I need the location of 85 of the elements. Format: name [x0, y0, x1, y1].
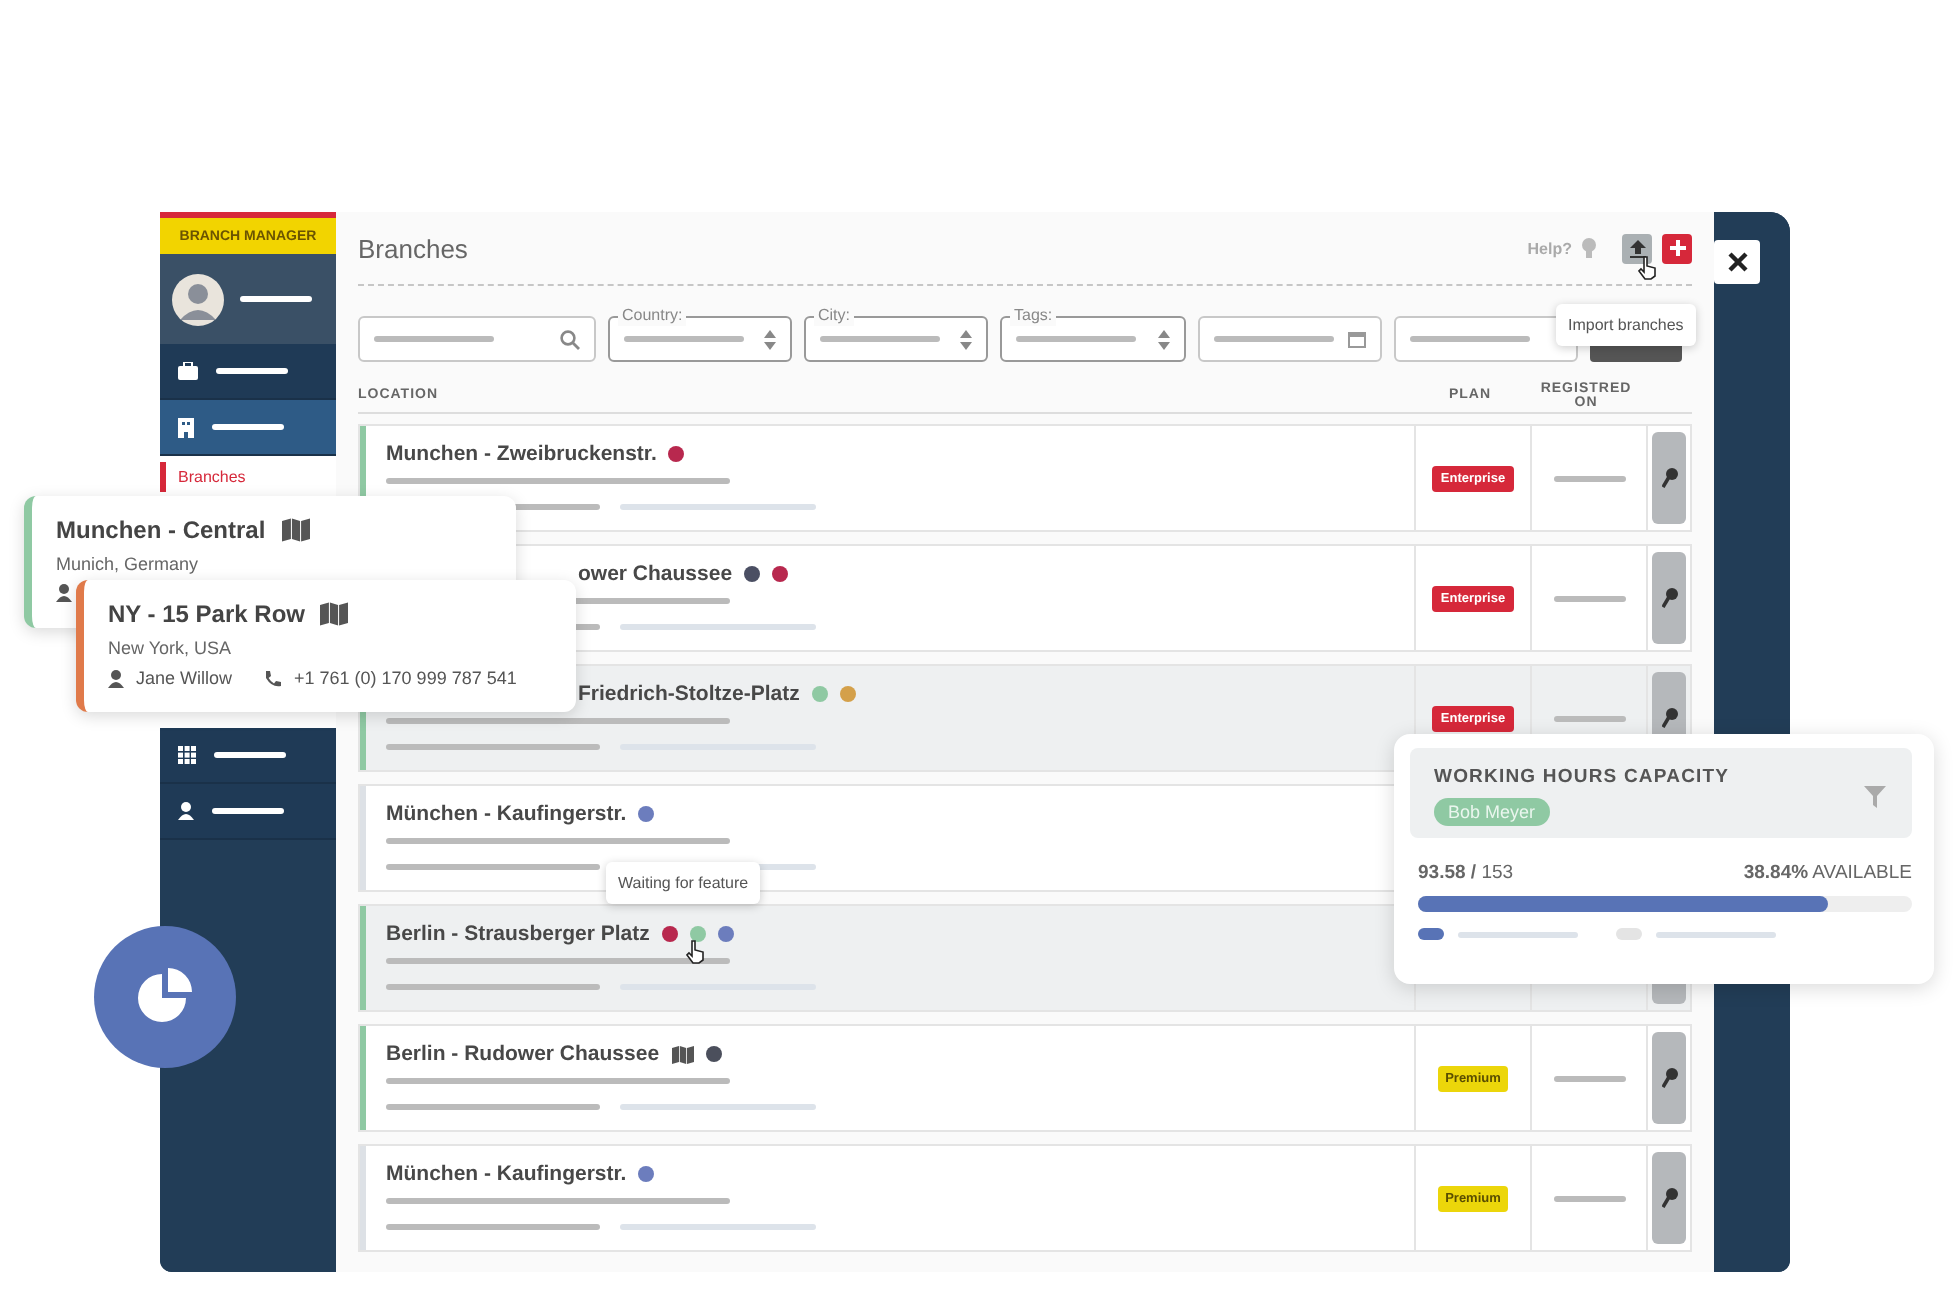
- phone-icon: [264, 669, 283, 687]
- key-button[interactable]: [1652, 432, 1686, 524]
- nav-label-placeholder: [212, 808, 284, 814]
- key-icon: [1661, 1068, 1677, 1088]
- grid-icon: [178, 746, 196, 764]
- hand-cursor-icon: [686, 940, 704, 964]
- status-dot[interactable]: [744, 566, 761, 582]
- close-button[interactable]: [1714, 240, 1760, 284]
- branch-name: Berlin - Strausberger Platz: [386, 922, 650, 946]
- sort-arrows-icon: [764, 329, 776, 349]
- placeholder-bar: [624, 336, 744, 342]
- nav-label-placeholder: [214, 752, 286, 758]
- person-icon: [178, 802, 194, 820]
- status-dot[interactable]: [717, 926, 734, 942]
- card-title: NY - 15 Park Row: [108, 600, 305, 628]
- date-placeholder: [1553, 595, 1625, 601]
- placeholder-bar: [820, 336, 940, 342]
- branch-name: Berlin - Rudower Chaussee: [386, 1042, 660, 1066]
- branch-name: Munchen - Zweibruckenstr.: [386, 442, 657, 466]
- date-field[interactable]: [1198, 316, 1382, 362]
- date-placeholder: [1553, 1075, 1625, 1081]
- person-icon: [56, 584, 72, 602]
- close-icon: [1727, 252, 1747, 272]
- key-button[interactable]: [1652, 1152, 1686, 1244]
- status-dot[interactable]: [689, 926, 706, 942]
- branch-name: ower Chaussee: [578, 562, 733, 586]
- key-button[interactable]: [1652, 552, 1686, 644]
- hours-used: 93.58 / 153: [1418, 862, 1514, 884]
- search-icon: [560, 329, 580, 349]
- nav-item[interactable]: [160, 400, 336, 456]
- key-icon: [1661, 1188, 1677, 1208]
- status-dot[interactable]: [839, 686, 856, 702]
- sort-arrows-icon: [1158, 329, 1170, 349]
- status-dot[interactable]: [638, 1166, 655, 1182]
- date-placeholder: [1553, 715, 1625, 721]
- user-name-placeholder: [240, 296, 312, 302]
- nav-label-placeholder: [216, 368, 288, 374]
- briefcase-icon: [178, 362, 198, 380]
- legend-placeholder: [1458, 931, 1578, 937]
- tooltip: Waiting for feature: [606, 862, 761, 904]
- card-location: New York, USA: [108, 638, 232, 658]
- nav-label-placeholder: [212, 424, 284, 430]
- placeholder-bar: [1016, 336, 1136, 342]
- placeholder-bar: [1410, 336, 1530, 342]
- status-dot[interactable]: [661, 926, 678, 942]
- contact-name: Jane Willow: [136, 668, 233, 688]
- building-icon: [178, 417, 194, 437]
- placeholder-bar: [374, 336, 494, 342]
- upload-button[interactable]: [1622, 233, 1652, 263]
- map-icon: [281, 518, 310, 542]
- status-dot[interactable]: [811, 686, 828, 702]
- legend-placeholder: [1656, 931, 1776, 937]
- date-placeholder: [1553, 1195, 1625, 1201]
- search-field[interactable]: [358, 316, 596, 362]
- status-dot[interactable]: [668, 446, 685, 462]
- card-location: Munich, Germany: [56, 554, 199, 574]
- key-icon: [1661, 588, 1677, 608]
- card-title: Munchen - Central: [56, 516, 266, 544]
- status-dot[interactable]: [638, 806, 655, 822]
- tooltip: Import branches: [1556, 304, 1696, 346]
- avatar-icon[interactable]: [172, 273, 224, 325]
- placeholder-bar: [1214, 336, 1334, 342]
- key-button[interactable]: [1652, 1032, 1686, 1124]
- card-title: WORKING HOURS CAPACITY: [1434, 766, 1730, 788]
- key-icon: [1661, 708, 1677, 728]
- add-button[interactable]: [1662, 233, 1692, 263]
- branch-name: München - Kaufingerstr.: [386, 1162, 627, 1186]
- person-icon: [108, 669, 124, 687]
- status-dot[interactable]: [772, 566, 789, 582]
- pie-chart-icon[interactable]: [94, 926, 236, 1068]
- available-share: 38.84% AVAILABLE: [1743, 862, 1912, 884]
- map-icon: [320, 602, 349, 626]
- sort-arrows-icon: [960, 329, 972, 349]
- key-icon: [1661, 468, 1677, 488]
- branch-name: München - Kaufingerstr.: [386, 802, 627, 826]
- page-title: Branches: [358, 233, 470, 263]
- plus-icon: [1669, 240, 1685, 256]
- branch-name: Friedrich-Stoltze-Platz: [578, 682, 800, 706]
- date-placeholder: [1553, 475, 1625, 481]
- legend-swatch: [1418, 928, 1444, 940]
- legend-swatch: [1616, 928, 1642, 940]
- calendar-icon: [1348, 330, 1366, 348]
- hand-cursor-icon: [1638, 256, 1656, 280]
- upload-icon: [1629, 239, 1645, 257]
- status-dot[interactable]: [705, 1046, 722, 1062]
